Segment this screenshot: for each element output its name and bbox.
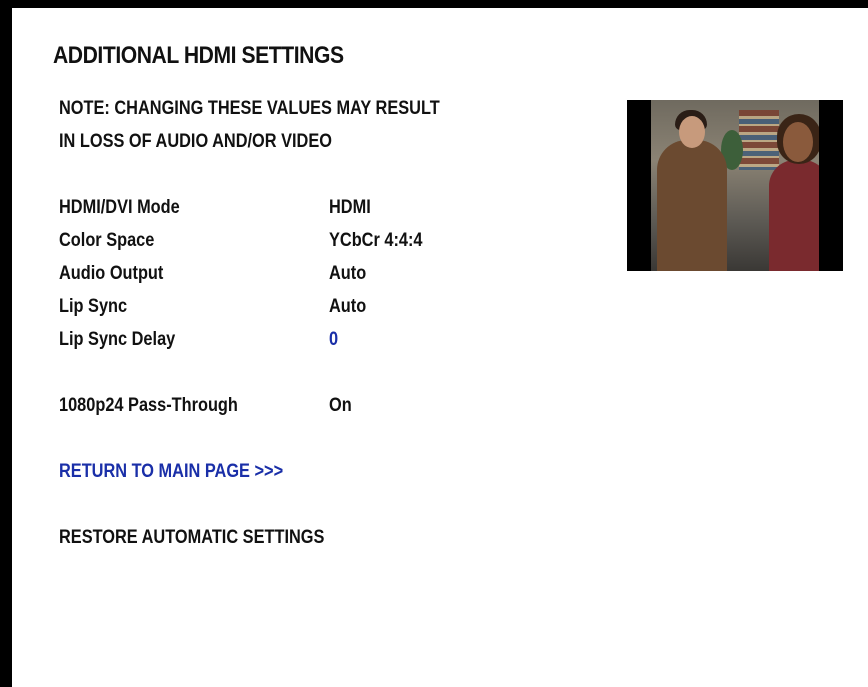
setting-label: Audio Output [59,263,164,284]
person-left [657,140,727,271]
setting-value: HDMI [329,197,371,218]
warning-note-line2: IN LOSS OF AUDIO AND/OR VIDEO [59,131,332,152]
restore-automatic-settings-link[interactable]: RESTORE AUTOMATIC SETTINGS [59,527,324,549]
bookshelf-background [739,110,779,170]
person-right [769,160,819,271]
setting-label: HDMI/DVI Mode [59,197,180,218]
warning-note-line1: NOTE: CHANGING THESE VALUES MAY RESULT [59,98,440,119]
setting-label: Color Space [59,230,155,251]
setting-row-audio-output[interactable]: Audio Output Auto [59,263,619,291]
return-to-main-page-link[interactable]: RETURN TO MAIN PAGE >>> [59,461,283,483]
setting-value-selected: 0 [329,329,339,350]
setting-row-lip-sync[interactable]: Lip Sync Auto [59,296,619,324]
setting-row-1080p24-passthrough[interactable]: 1080p24 Pass-Through On [59,395,619,423]
setting-value: Auto [329,263,367,284]
setting-label: 1080p24 Pass-Through [59,395,238,416]
setting-value: On [329,395,352,416]
video-frame [651,100,819,271]
video-preview [627,100,843,271]
page-title: ADDITIONAL HDMI SETTINGS [53,42,344,69]
person-right-head [783,122,813,162]
person-left-head [679,116,705,148]
setting-row-hdmi-dvi-mode[interactable]: HDMI/DVI Mode HDMI [59,197,619,225]
setting-label: Lip Sync [59,296,128,317]
setting-row-lip-sync-delay[interactable]: Lip Sync Delay 0 [59,329,619,357]
screen-frame: ADDITIONAL HDMI SETTINGS NOTE: CHANGING … [0,0,868,687]
setting-value: YCbCr 4:4:4 [329,230,423,251]
settings-panel: ADDITIONAL HDMI SETTINGS NOTE: CHANGING … [12,8,868,687]
setting-label: Lip Sync Delay [59,329,176,350]
setting-value: Auto [329,296,367,317]
setting-row-color-space[interactable]: Color Space YCbCr 4:4:4 [59,230,619,258]
